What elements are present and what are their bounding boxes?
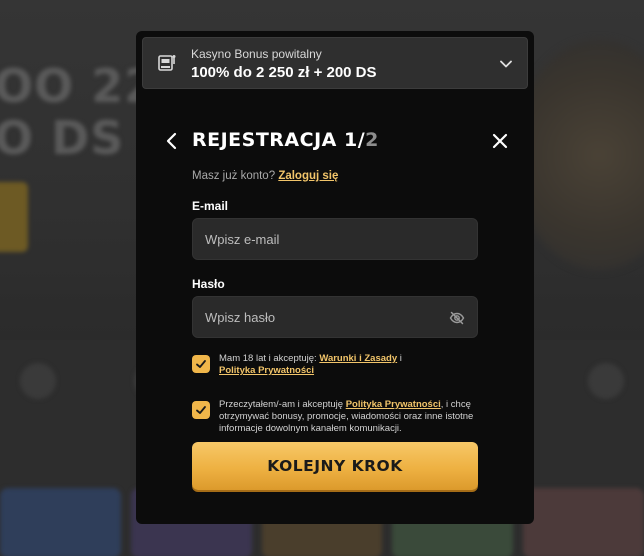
back-arrow-icon[interactable] bbox=[164, 132, 180, 150]
consent-terms-text-before: Mam 18 lat i akceptuję: bbox=[219, 353, 317, 364]
bonus-title: Kasyno Bonus powitalny bbox=[191, 47, 322, 61]
hero-text-line-2: O DS bbox=[0, 111, 125, 165]
category-icon bbox=[587, 363, 624, 399]
privacy-policy-link[interactable]: Polityka Prywatności bbox=[219, 365, 314, 376]
modal-header: REJESTRACJA 1/2 bbox=[136, 127, 534, 157]
consent-marketing-checkbox[interactable] bbox=[192, 401, 210, 419]
consent-marketing-row: Przeczytałem/-am i akceptuję Polityka Pr… bbox=[192, 399, 482, 437]
title-step-total: 2 bbox=[365, 129, 379, 151]
game-tile bbox=[523, 488, 644, 556]
registration-modal: Kasyno Bonus powitalny 100% do 2 250 zł … bbox=[136, 31, 534, 524]
consent-terms-text: Mam 18 lat i akceptuję: Warunki i Zasady… bbox=[219, 353, 479, 377]
hero-text: OO 22 O DS bbox=[0, 60, 157, 164]
privacy-policy-link-2[interactable]: Polityka Prywatności bbox=[346, 399, 441, 410]
hero-button bbox=[0, 182, 28, 252]
consent-terms-row: Mam 18 lat i akceptuję: Warunki i Zasady… bbox=[192, 353, 482, 381]
category-icon bbox=[20, 363, 56, 399]
consent-terms-checkbox[interactable] bbox=[192, 355, 210, 373]
page-title: REJESTRACJA 1/2 bbox=[192, 129, 379, 151]
eye-off-icon[interactable] bbox=[449, 310, 465, 326]
hero-text-line-1: OO 22 bbox=[0, 59, 158, 113]
slot-machine-icon bbox=[158, 55, 176, 71]
consent-marketing-text: Przeczytałem/-am i akceptuję Polityka Pr… bbox=[219, 399, 479, 435]
login-prompt: Masz już konto? Zaloguj się bbox=[192, 170, 338, 182]
password-label: Hasło bbox=[192, 277, 225, 291]
login-link[interactable]: Zaloguj się bbox=[278, 170, 338, 182]
email-label: E-mail bbox=[192, 199, 229, 213]
email-field-wrapper bbox=[192, 218, 478, 260]
next-step-button[interactable]: KOLEJNY KROK bbox=[192, 442, 478, 490]
chevron-down-icon[interactable] bbox=[499, 57, 513, 71]
password-field[interactable] bbox=[193, 297, 477, 337]
consent-marketing-text-before: Przeczytałem/-am i akceptuję bbox=[219, 399, 344, 410]
terms-link[interactable]: Warunki i Zasady bbox=[319, 353, 397, 364]
email-field[interactable] bbox=[193, 219, 477, 259]
login-prompt-text: Masz już konto? bbox=[192, 170, 276, 182]
bonus-value: 100% do 2 250 zł + 200 DS bbox=[191, 64, 377, 81]
bonus-selector[interactable]: Kasyno Bonus powitalny 100% do 2 250 zł … bbox=[142, 37, 528, 89]
close-icon[interactable] bbox=[492, 133, 508, 149]
game-tile bbox=[0, 488, 121, 556]
consent-terms-text-mid: i bbox=[399, 353, 402, 364]
password-field-wrapper bbox=[192, 296, 478, 338]
checkmark-icon bbox=[196, 360, 206, 368]
title-main: REJESTRACJA 1/ bbox=[192, 129, 366, 151]
checkmark-icon bbox=[196, 406, 206, 414]
